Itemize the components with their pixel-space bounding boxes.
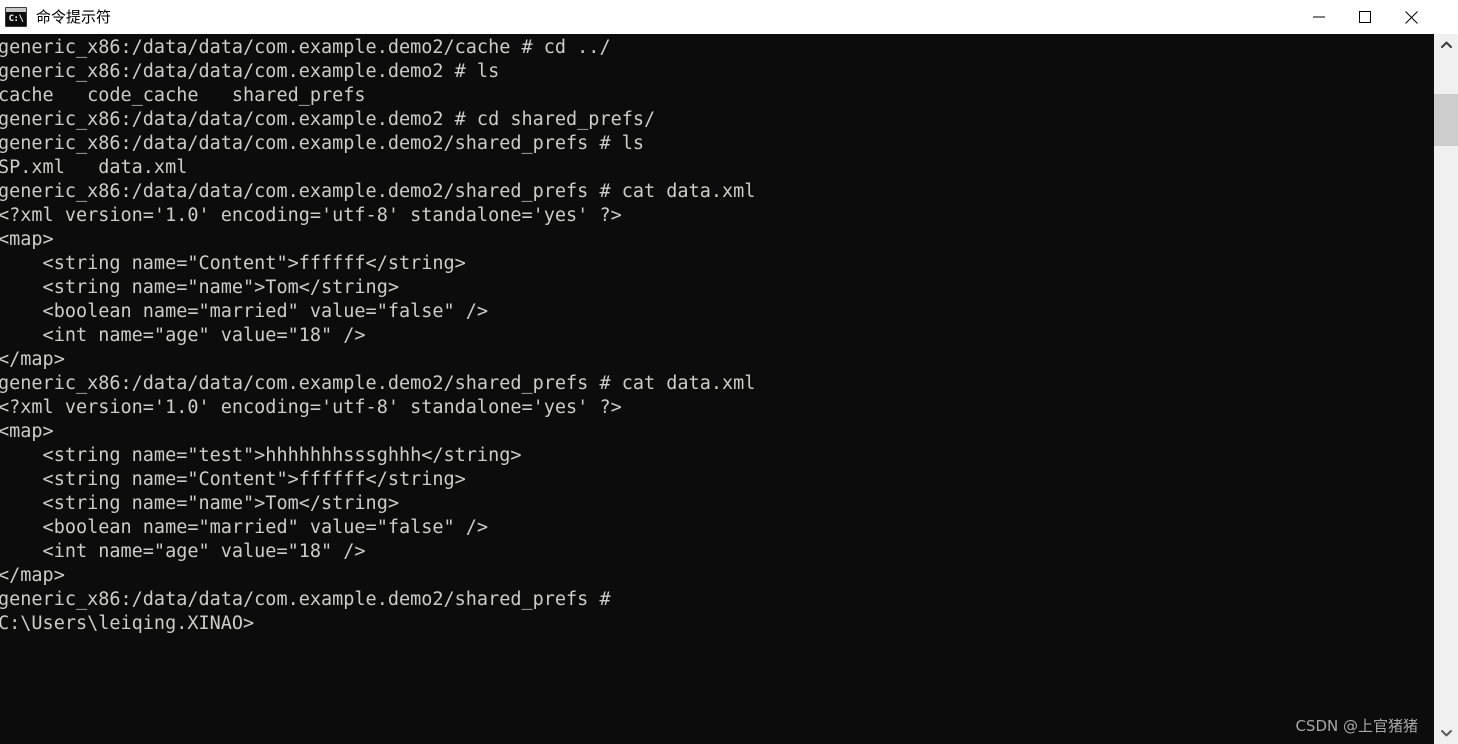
close-button[interactable] (1388, 0, 1434, 34)
scroll-down-button[interactable] (1434, 722, 1458, 744)
chevron-down-icon (1440, 730, 1452, 737)
vertical-scrollbar[interactable] (1434, 34, 1458, 744)
chevron-up-icon (1440, 41, 1452, 48)
minimize-button[interactable] (1296, 0, 1342, 34)
cmd-icon-prompt-text: C:\ (8, 14, 24, 24)
minimize-icon (1313, 16, 1325, 18)
scrollbar-track[interactable] (1434, 56, 1458, 722)
cmd-icon: C:\ (5, 7, 27, 27)
window-title: 命令提示符 (36, 8, 112, 26)
scroll-up-button[interactable] (1434, 34, 1458, 56)
close-icon (1404, 10, 1418, 24)
scrollbar-thumb[interactable] (1434, 94, 1458, 146)
command-prompt-window: C:\ 命令提示符 generic_x86:/data/data/com.exa… (0, 0, 1458, 744)
maximize-button[interactable] (1342, 0, 1388, 34)
maximize-icon (1359, 11, 1371, 23)
title-bar[interactable]: C:\ 命令提示符 (0, 0, 1458, 34)
terminal-output-area[interactable]: generic_x86:/data/data/com.example.demo2… (0, 34, 1434, 744)
titlebar-right-spacer (1434, 0, 1458, 34)
console-text: generic_x86:/data/data/com.example.demo2… (0, 37, 756, 634)
watermark: CSDN @上官猪猪 (1295, 717, 1418, 735)
